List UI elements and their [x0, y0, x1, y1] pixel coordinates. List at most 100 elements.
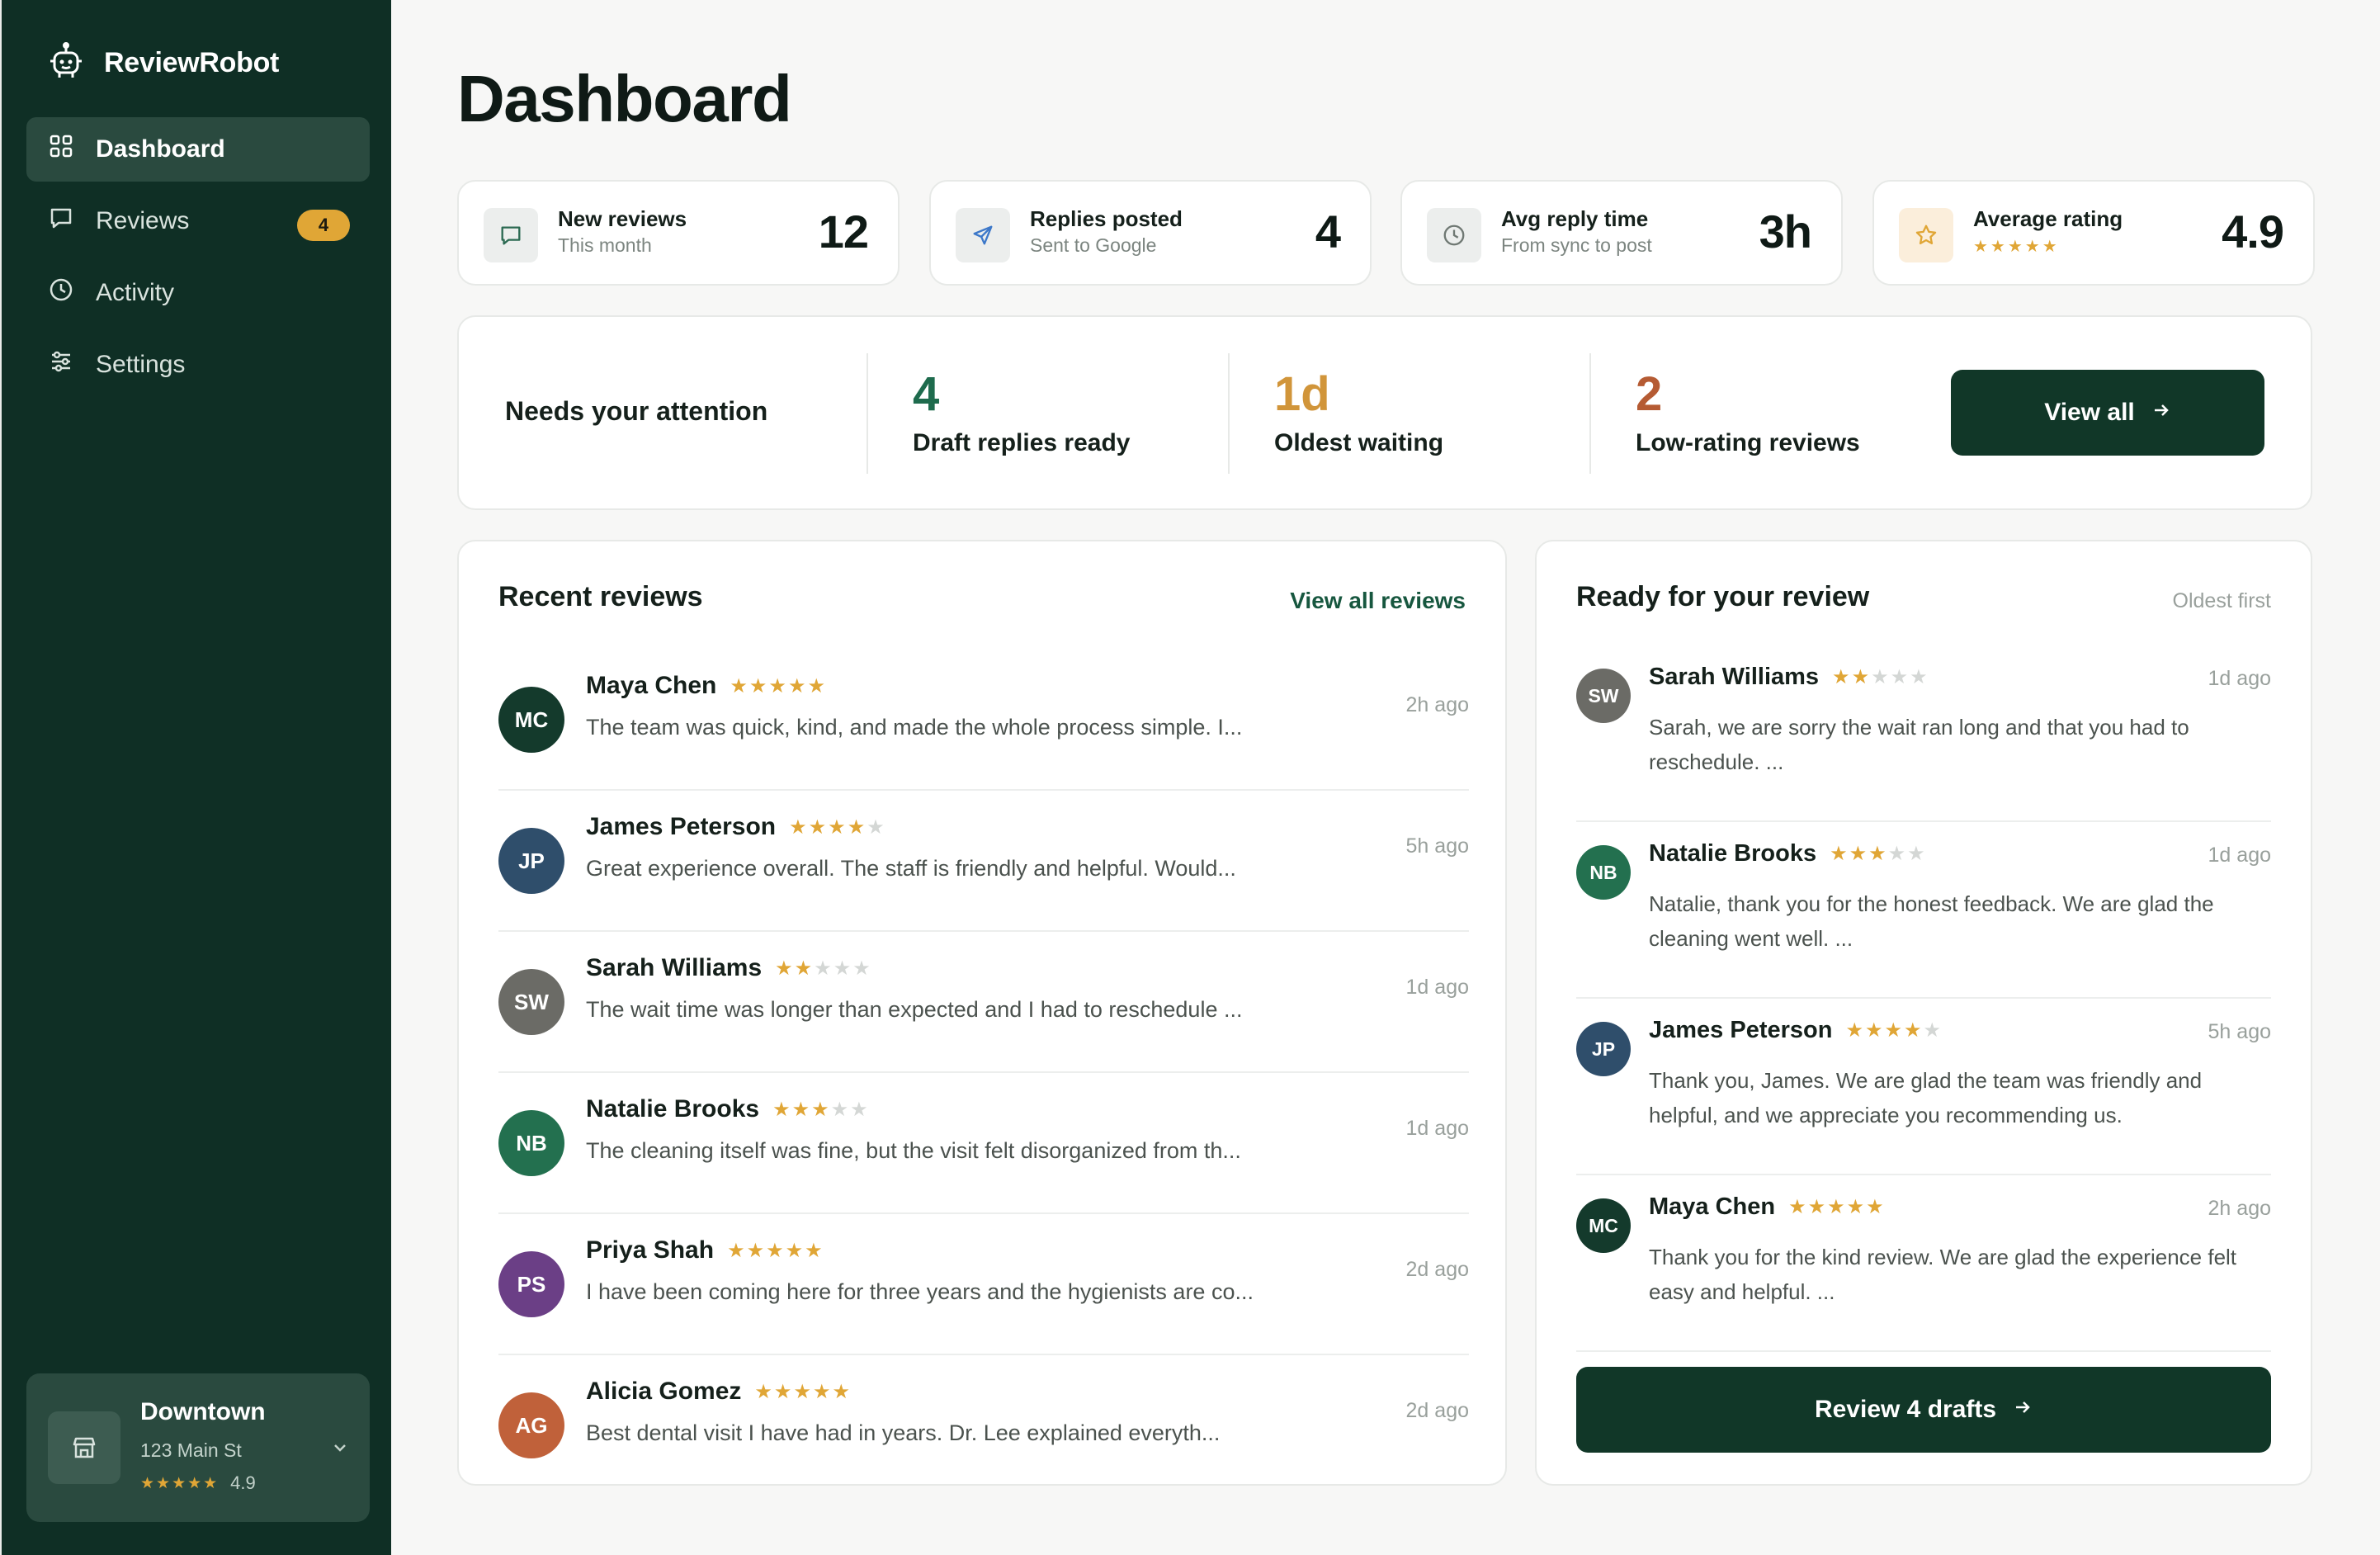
- view-all-label: View all: [2044, 399, 2135, 426]
- sidebar-item-label: Settings: [96, 351, 186, 378]
- reviewer-name: James Peterson ★★★★★: [1649, 1017, 1943, 1044]
- rating-stars: ★★★★★: [727, 1239, 824, 1262]
- grid-icon: [48, 133, 74, 166]
- draft-replies-label: Draft replies ready: [913, 429, 1131, 456]
- draft-reply-excerpt: Sarah, we are sorry the wait ran long an…: [1649, 715, 2189, 774]
- review-drafts-button[interactable]: Review 4 drafts: [1576, 1367, 2271, 1453]
- avatar: SW: [1576, 669, 1631, 723]
- review-row[interactable]: SW Sarah Williams ★★★★★ The wait time was l…: [498, 933, 1469, 1073]
- stat-label: Replies posted: [1030, 206, 1183, 231]
- stat-value: 4.9: [2222, 206, 2284, 258]
- draft-row[interactable]: JP James Peterson ★★★★★ 5h ago Thank you, Ja…: [1576, 999, 2271, 1175]
- drafts-panel: Ready for your review Oldest first SW Sar…: [1535, 540, 2312, 1486]
- reviewer-name: Natalie Brooks ★★★★★: [1649, 840, 1927, 867]
- reviewer-name-text: Sarah Williams: [1649, 664, 1820, 690]
- sidebar: ReviewRobot Dashboard Reviews 4 Activity…: [0, 0, 391, 1555]
- location-switcher[interactable]: Downtown 123 Main St ★★★★★ 4.9: [26, 1373, 370, 1522]
- view-all-reviews-link[interactable]: View all reviews: [1290, 588, 1466, 614]
- oldest-waiting-label: Oldest waiting: [1274, 429, 1444, 456]
- draft-time: 5h ago: [2208, 1020, 2271, 1043]
- app-name: ReviewRobot: [104, 46, 280, 78]
- rating-stars: ★★★★★: [775, 957, 872, 980]
- review-time: 2d ago: [1405, 1399, 1469, 1422]
- draft-time: 1d ago: [2208, 844, 2271, 867]
- arrow-right-icon: [2013, 1396, 2033, 1424]
- draft-replies-count: 4: [913, 367, 940, 421]
- draft-reply-excerpt: Thank you for the kind review. We are gl…: [1649, 1245, 2237, 1304]
- avatar: NB: [498, 1110, 564, 1176]
- review-excerpt: Great experience overall. The staff is f…: [586, 856, 1236, 881]
- view-all-button[interactable]: View all: [1951, 370, 2264, 456]
- reviewer-name: James Peterson ★★★★★: [586, 813, 886, 841]
- stat-card-average-rating: Average rating ★★★★★ 4.9: [1872, 180, 2315, 286]
- draft-reply-excerpt: Natalie, thank you for the honest feedba…: [1649, 891, 2214, 951]
- avatar: NB: [1576, 845, 1631, 900]
- avatar: MC: [498, 687, 564, 753]
- clock-icon: [48, 276, 74, 310]
- review-excerpt: I have been coming here for three years …: [586, 1279, 1254, 1304]
- sidebar-item-activity[interactable]: Activity: [26, 261, 370, 325]
- attention-title: Needs your attention: [505, 396, 768, 426]
- rating-stars: ★★★★★: [1832, 666, 1929, 688]
- reviewer-name: Natalie Brooks ★★★★★: [586, 1095, 870, 1123]
- reviewer-name: Sarah Williams ★★★★★: [1649, 664, 1929, 691]
- reviewer-name-text: Maya Chen: [586, 672, 717, 699]
- sort-order-label[interactable]: Oldest first: [2173, 589, 2271, 613]
- stat-value: 3h: [1759, 206, 1812, 258]
- review-row[interactable]: NB Natalie Brooks ★★★★★ The cleaning itself…: [498, 1074, 1469, 1214]
- rating-stars: ★★★★★: [1788, 1196, 1886, 1218]
- review-row[interactable]: MC Maya Chen ★★★★★ The team was quick, kind…: [498, 650, 1469, 791]
- stat-card-avg-reply-time: Avg reply time From sync to post 3h: [1400, 180, 1843, 286]
- draft-row[interactable]: MC Maya Chen ★★★★★ 2h ago Thank you for the …: [1576, 1175, 2271, 1352]
- draft-time: 2h ago: [2208, 1197, 2271, 1220]
- reviewer-name-text: James Peterson: [1649, 1017, 1833, 1043]
- review-row[interactable]: PS Priya Shah ★★★★★ I have been coming here…: [498, 1215, 1469, 1355]
- stat-card-new-reviews: New reviews This month 12: [457, 180, 900, 286]
- drafts-title: Ready for your review: [1576, 581, 1870, 612]
- reviewer-name-text: Natalie Brooks: [586, 1095, 760, 1123]
- stat-value: 12: [818, 206, 869, 258]
- review-excerpt: The team was quick, kind, and made the w…: [586, 715, 1243, 740]
- reviewer-name-text: Maya Chen: [1649, 1193, 1776, 1220]
- sidebar-item-label: Activity: [96, 279, 175, 306]
- sidebar-item-label: Dashboard: [96, 135, 225, 163]
- avatar: AG: [498, 1392, 564, 1458]
- sidebar-item-dashboard[interactable]: Dashboard: [26, 117, 370, 182]
- avatar: JP: [1576, 1022, 1631, 1076]
- stat-label: Avg reply time: [1501, 206, 1649, 231]
- stat-label: Average rating: [1973, 206, 2123, 231]
- brand[interactable]: ReviewRobot: [46, 41, 279, 84]
- review-time: 1d ago: [1405, 1117, 1469, 1140]
- avatar: MC: [1576, 1198, 1631, 1253]
- review-time: 2h ago: [1405, 693, 1469, 716]
- sidebar-item-settings[interactable]: Settings: [26, 333, 370, 397]
- reviewer-name-text: Priya Shah: [586, 1236, 715, 1264]
- sidebar-item-reviews[interactable]: Reviews 4: [26, 189, 370, 253]
- rating-stars: ★★★★★: [1845, 1019, 1943, 1042]
- reviewer-name: Priya Shah ★★★★★: [586, 1236, 824, 1264]
- rating-stars: ★★★★★: [140, 1474, 220, 1492]
- rating-stars: ★★★★★: [754, 1380, 852, 1403]
- stat-sub: From sync to post: [1501, 234, 1652, 256]
- robot-icon: [46, 41, 86, 85]
- review-excerpt: The cleaning itself was fine, but the vi…: [586, 1138, 1241, 1163]
- review-excerpt: The wait time was longer than expected a…: [586, 997, 1243, 1022]
- draft-row[interactable]: NB Natalie Brooks ★★★★★ 1d ago Natalie, than…: [1576, 822, 2271, 999]
- divider: [867, 353, 868, 474]
- review-excerpt: Best dental visit I have had in years. D…: [586, 1420, 1221, 1445]
- arrow-right-icon: [2151, 399, 2171, 427]
- store-icon: [48, 1411, 120, 1484]
- review-row[interactable]: JP James Peterson ★★★★★ Great experience ov…: [498, 792, 1469, 932]
- page-title: Dashboard: [457, 62, 792, 135]
- divider: [1589, 353, 1591, 474]
- low-rating-label: Low-rating reviews: [1636, 429, 1860, 456]
- review-row[interactable]: AG Alicia Gomez ★★★★★ Best dental visit I h…: [498, 1356, 1469, 1496]
- low-rating-count: 2: [1636, 367, 1663, 421]
- rating-stars: ★★★★★: [772, 1098, 870, 1121]
- draft-row[interactable]: SW Sarah Williams ★★★★★ 1d ago Sarah, we are…: [1576, 645, 2271, 822]
- reviewer-name-text: James Peterson: [586, 813, 777, 840]
- star-icon: [1899, 208, 1953, 262]
- send-icon: [956, 208, 1010, 262]
- reviewer-name: Maya Chen ★★★★★: [586, 672, 827, 700]
- rating-stars: ★★★★★: [789, 815, 886, 839]
